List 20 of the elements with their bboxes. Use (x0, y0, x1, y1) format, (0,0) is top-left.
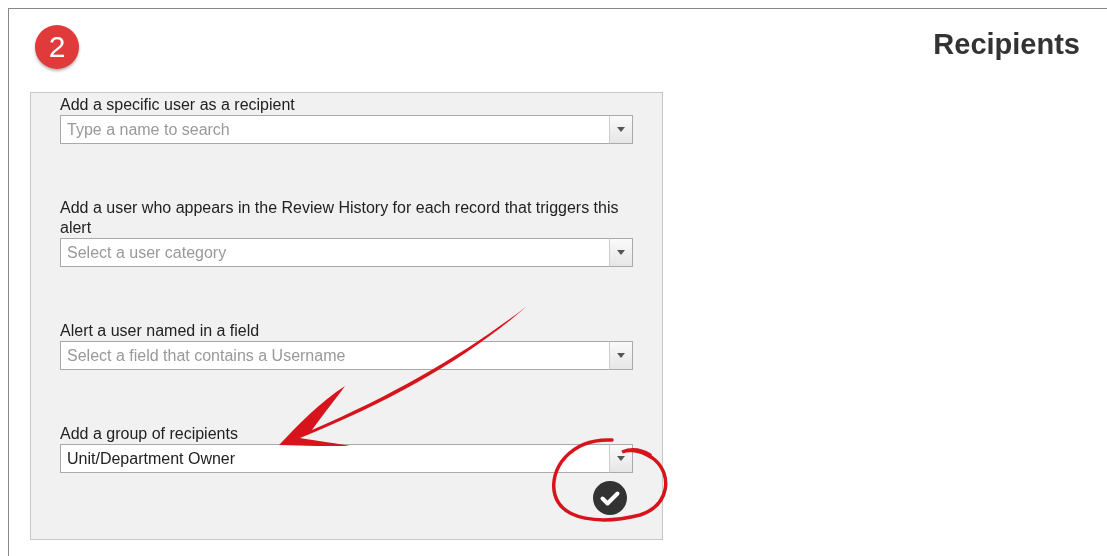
dropdown-field[interactable]: Select a user category (60, 238, 609, 267)
field-label: Add a user who appears in the Review History for each record that triggers this alert (60, 198, 620, 238)
caret-icon (617, 456, 625, 461)
dropdown-field[interactable]: Type a name to search (60, 115, 609, 144)
caret-icon (617, 127, 625, 132)
step-badge: 2 (35, 25, 79, 69)
checkmark-icon (593, 481, 627, 515)
confirm-button[interactable] (593, 481, 627, 515)
field-label: Add a group of recipients (60, 424, 239, 444)
dropdown-button[interactable] (609, 238, 633, 267)
dropdown-button[interactable] (609, 341, 633, 370)
dropdown-button[interactable] (609, 115, 633, 144)
section-title: Recipients (933, 28, 1080, 61)
caret-icon (617, 250, 625, 255)
dropdown-field[interactable]: Unit/Department Owner (60, 444, 609, 473)
field-label: Alert a user named in a field (60, 321, 261, 341)
dropdown-field[interactable]: Select a field that contains a Username (60, 341, 609, 370)
dropdown-button[interactable] (609, 444, 633, 473)
caret-icon (617, 353, 625, 358)
field-label: Add a specific user as a recipient (60, 95, 296, 115)
